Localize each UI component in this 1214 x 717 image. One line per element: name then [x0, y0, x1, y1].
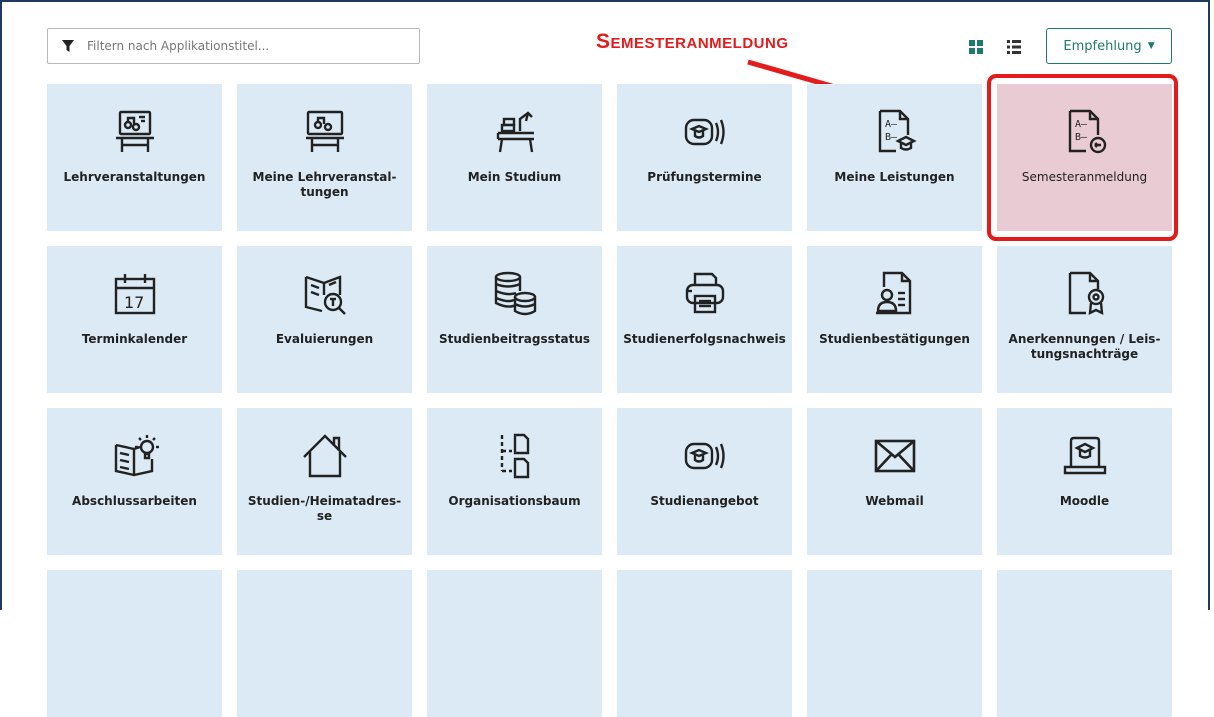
- house-icon: [298, 429, 352, 483]
- calendar-date-number: 17: [124, 293, 144, 312]
- tile-label: Studienerfolgsnachweis: [623, 332, 786, 346]
- annotation-highlight-box: [987, 74, 1178, 241]
- svg-text:A—: A—: [885, 119, 898, 130]
- tile-webmail[interactable]: Webmail: [807, 408, 982, 555]
- tile-label: Organisationsbaum: [448, 494, 581, 508]
- tile-partial[interactable]: [807, 570, 982, 717]
- tile-partial[interactable]: [47, 570, 222, 717]
- tile-pruefungstermine[interactable]: Prüfungstermine: [617, 84, 792, 231]
- lecture-board-icon: [108, 105, 162, 159]
- tile-label: Studienbeitragsstatus: [438, 332, 591, 346]
- tile-studienbeitragsstatus[interactable]: Studienbeitragsstatus: [427, 246, 602, 393]
- tile-label: Prüfungstermine: [647, 170, 762, 184]
- org-tree-icon: [488, 429, 542, 483]
- tile-label: Evaluierungen: [275, 332, 374, 346]
- tile-evaluierungen[interactable]: Evaluierungen: [237, 246, 412, 393]
- envelope-icon: [868, 429, 922, 483]
- tile-label: Anerkennungen / Leis-tungsnachträge: [1008, 332, 1161, 361]
- tile-studienbestaetigungen[interactable]: Studienbestätigungen: [807, 246, 982, 393]
- thesis-book-icon: [108, 429, 162, 483]
- tile-label: Mein Studium: [467, 170, 562, 184]
- award-document-icon: [1058, 267, 1112, 321]
- tile-meine-lehrveranstaltungen[interactable]: Meine Lehrveranstal-tungen: [237, 84, 412, 231]
- tile-studien-heimatadresse[interactable]: Studien-/Heimatadres-se: [237, 408, 412, 555]
- tile-label: Webmail: [865, 494, 924, 508]
- tile-partial[interactable]: [617, 570, 792, 717]
- study-offer-icon: [678, 429, 732, 483]
- exam-dates-icon: [678, 105, 732, 159]
- tile-label: Moodle: [1059, 494, 1110, 508]
- study-desk-icon: [488, 105, 542, 159]
- tile-label: Abschlussarbeiten: [72, 494, 197, 508]
- tile-lehrveranstaltungen[interactable]: Lehrveranstaltungen: [47, 84, 222, 231]
- tile-abschlussarbeiten[interactable]: Abschlussarbeiten: [47, 408, 222, 555]
- tile-label: Terminkalender: [81, 332, 188, 346]
- tile-partial[interactable]: [237, 570, 412, 717]
- tile-mein-studium[interactable]: Mein Studium: [427, 84, 602, 231]
- tile-label: Meine Leistungen: [834, 170, 955, 184]
- tile-terminkalender[interactable]: 17 Terminkalender: [47, 246, 222, 393]
- my-lecture-board-icon: [298, 105, 352, 159]
- printer-icon: [678, 267, 732, 321]
- tile-studienerfolgsnachweis[interactable]: Studienerfolgsnachweis: [617, 246, 792, 393]
- tile-label: Lehrveranstaltungen: [63, 170, 206, 184]
- tile-moodle[interactable]: Moodle: [997, 408, 1172, 555]
- tile-meine-leistungen[interactable]: A— B— Meine Leistungen: [807, 84, 982, 231]
- tile-organisationsbaum[interactable]: Organisationsbaum: [427, 408, 602, 555]
- tile-label: Studienangebot: [650, 494, 759, 508]
- tile-studienangebot[interactable]: Studienangebot: [617, 408, 792, 555]
- tile-label: Studien-/Heimatadres-se: [247, 494, 402, 523]
- tile-label: Studienbestätigungen: [819, 332, 970, 346]
- tile-partial[interactable]: [427, 570, 602, 717]
- coins-icon: [488, 267, 542, 321]
- certificate-icon: [868, 267, 922, 321]
- moodle-laptop-icon: [1058, 429, 1112, 483]
- evaluation-icon: [298, 267, 352, 321]
- grades-icon: A— B—: [868, 105, 922, 159]
- calendar-icon: 17: [108, 267, 162, 321]
- tile-partial[interactable]: [997, 570, 1172, 717]
- tile-label: Meine Lehrveranstal-tungen: [252, 170, 397, 199]
- tile-anerkennungen[interactable]: Anerkennungen / Leis-tungsnachträge: [997, 246, 1172, 393]
